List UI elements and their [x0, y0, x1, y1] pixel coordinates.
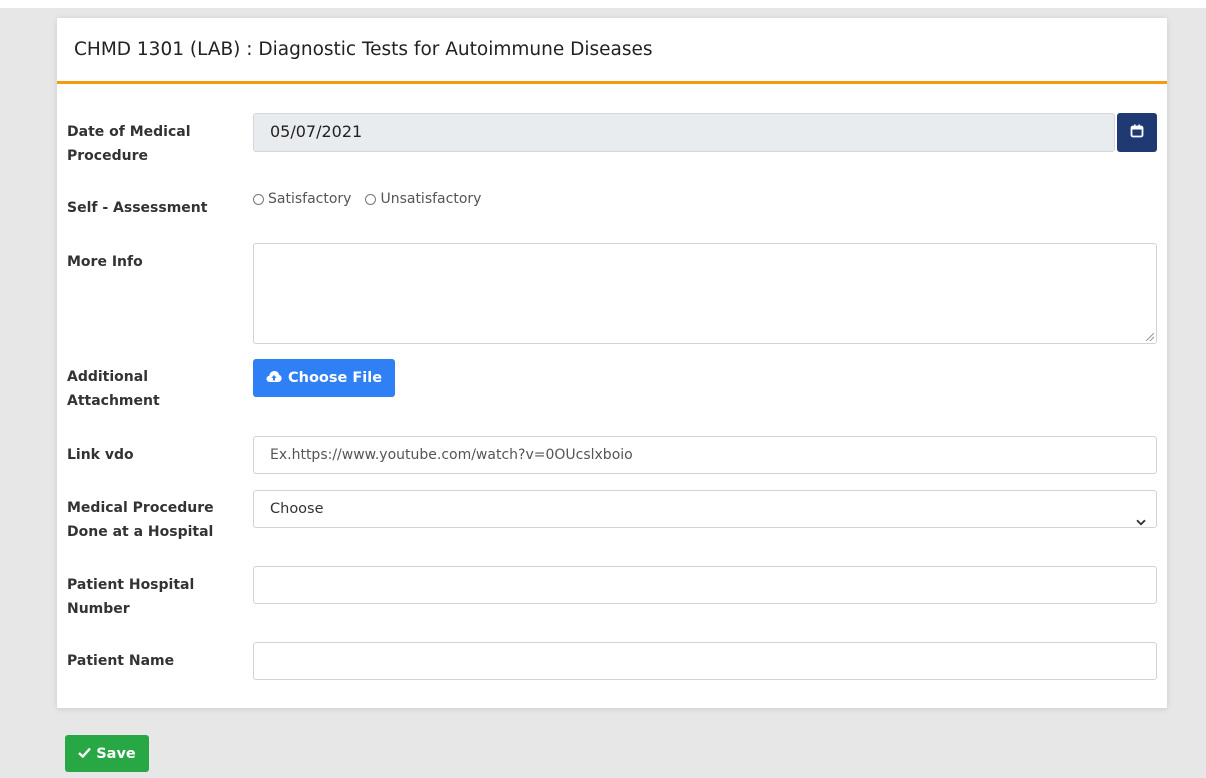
hospital-field: Choose: [253, 490, 1157, 528]
self-assessment-radio-group: Satisfactory Unsatisfactory: [253, 191, 1157, 207]
form-card: CHMD 1301 (LAB) : Diagnostic Tests for A…: [57, 18, 1167, 708]
hospital-label: Medical Procedure Done at a Hospital: [67, 500, 214, 540]
link-vdo-field: Ex.https://www.youtube.com/watch?v=0OUcs…: [253, 436, 1157, 474]
hospital-select-value: Choose: [270, 501, 324, 517]
patient-name-field: [253, 642, 1157, 680]
hospital-number-label: Patient Hospital Number: [67, 577, 195, 617]
attachment-field: Choose File: [253, 359, 1157, 397]
save-label: Save: [96, 745, 136, 762]
self-assessment-label: Self - Assessment: [67, 200, 208, 216]
radio-unsatisfactory[interactable]: Unsatisfactory: [365, 191, 481, 207]
choose-file-button[interactable]: Choose File: [253, 359, 396, 397]
date-label: Date of Medical Procedure: [67, 124, 191, 164]
attachment-label: Additional Attachment: [67, 369, 160, 409]
choose-file-label: Choose File: [288, 370, 383, 386]
more-info-label: More Info: [67, 254, 143, 270]
calendar-button[interactable]: [1117, 113, 1157, 152]
patient-name-label: Patient Name: [67, 653, 175, 669]
top-strip: [0, 0, 1206, 8]
calendar-icon: [1130, 123, 1144, 142]
hospital-select[interactable]: Choose: [253, 490, 1157, 528]
chevron-down-icon: [1136, 504, 1146, 540]
patient-name-input[interactable]: [253, 642, 1157, 680]
card-title: CHMD 1301 (LAB) : Diagnostic Tests for A…: [74, 39, 653, 60]
date-input[interactable]: 05/07/2021: [253, 113, 1115, 152]
cloud-upload-icon: [266, 370, 282, 387]
card-header: CHMD 1301 (LAB) : Diagnostic Tests for A…: [57, 18, 1167, 84]
radio-circle-icon[interactable]: [365, 193, 377, 205]
date-field-group: 05/07/2021: [253, 113, 1157, 152]
check-icon: [78, 746, 92, 762]
radio-circle-icon[interactable]: [253, 193, 264, 205]
link-vdo-input[interactable]: Ex.https://www.youtube.com/watch?v=0OUcs…: [253, 436, 1157, 474]
hospital-number-field: [253, 566, 1157, 604]
hospital-number-input[interactable]: [253, 566, 1157, 604]
resize-grip-icon[interactable]: [1146, 333, 1154, 341]
link-vdo-label: Link vdo: [67, 447, 134, 463]
save-button[interactable]: Save: [65, 735, 149, 772]
more-info-textarea[interactable]: [253, 243, 1157, 344]
radio-satisfactory-label: Satisfactory: [268, 191, 352, 207]
more-info-field: [253, 243, 1157, 344]
radio-unsatisfactory-label: Unsatisfactory: [380, 191, 482, 207]
self-assessment-field: Satisfactory Unsatisfactory: [253, 191, 1157, 207]
radio-satisfactory[interactable]: Satisfactory: [253, 191, 351, 207]
